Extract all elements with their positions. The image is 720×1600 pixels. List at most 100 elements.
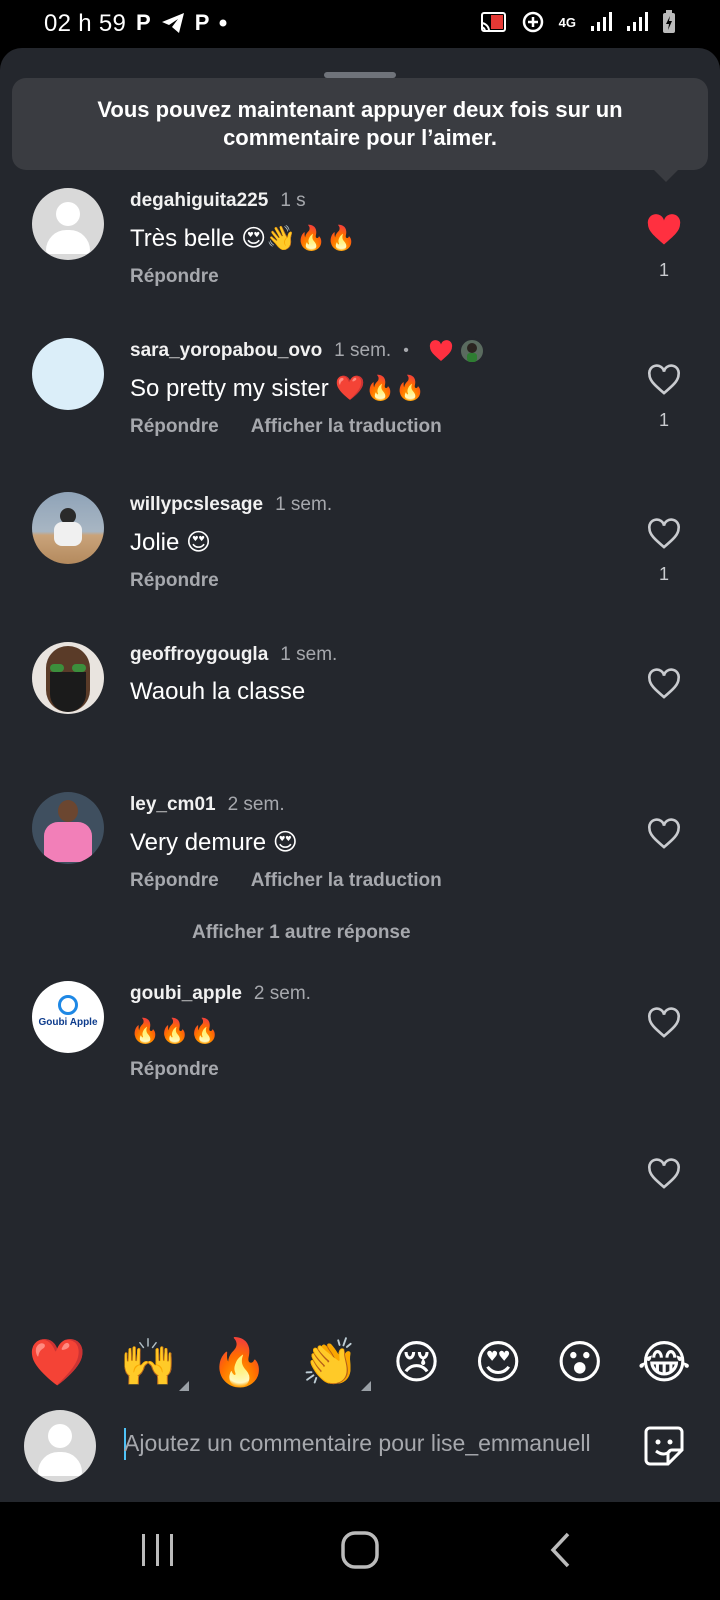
translate-button[interactable]: Afficher la traduction bbox=[251, 870, 442, 892]
reply-button[interactable]: Répondre bbox=[130, 1059, 219, 1081]
comment-username[interactable]: sara_yoropabou_ovo bbox=[130, 340, 322, 362]
comment-username[interactable]: degahiguita225 bbox=[130, 190, 268, 212]
avatar[interactable] bbox=[32, 492, 104, 564]
comment-item[interactable]: degahiguita225 1 s Très belle 😍👋🔥🔥 Répon… bbox=[0, 188, 720, 328]
comment-username[interactable]: willypcslesage bbox=[130, 494, 263, 516]
show-more-replies-button[interactable]: Afficher 1 autre réponse bbox=[192, 922, 411, 944]
comment-item[interactable]: sara_yoropabou_ovo 1 sem. • So pretty my… bbox=[0, 338, 720, 478]
comment-text: Jolie 😍 bbox=[130, 529, 212, 556]
author-avatar-icon bbox=[458, 338, 485, 364]
avatar[interactable] bbox=[32, 188, 104, 260]
comment-time: 1 sem. bbox=[334, 340, 392, 361]
comment-meta: degahiguita225 1 s bbox=[130, 188, 306, 214]
comment-actions: Répondre bbox=[130, 1059, 219, 1081]
heart-outline-icon[interactable] bbox=[646, 518, 682, 550]
comment-actions: Répondre bbox=[130, 266, 219, 288]
reaction-emoji: 👏 bbox=[301, 1336, 359, 1388]
comment-text: Very demure 😍 bbox=[130, 829, 298, 856]
comments-sheet: Vous pouvez maintenant appuyer deux fois… bbox=[0, 48, 720, 1502]
reaction-heart[interactable]: ❤️ bbox=[29, 1339, 86, 1385]
comment-item[interactable]: ley_cm01 2 sem. Very demure 😍 Répondre A… bbox=[0, 792, 720, 932]
double-tap-hint-toast: Vous pouvez maintenant appuyer deux fois… bbox=[12, 78, 708, 170]
comment-text: Très belle 😍👋🔥🔥 bbox=[130, 225, 356, 252]
reaction-crying[interactable]: 😢 bbox=[393, 1339, 441, 1385]
avatar[interactable]: Goubi Apple bbox=[32, 981, 104, 1053]
comment-actions: Répondre Afficher la traduction bbox=[130, 870, 442, 892]
signal-icon bbox=[627, 12, 648, 31]
comment-username[interactable]: geoffroygougla bbox=[130, 644, 268, 666]
current-user-avatar bbox=[24, 1410, 96, 1482]
heart-outline-icon[interactable] bbox=[646, 364, 682, 396]
dot-icon bbox=[219, 19, 227, 27]
status-system-icons: 4G bbox=[479, 10, 676, 34]
comment-meta: goubi_apple 2 sem. bbox=[130, 981, 311, 1007]
comment-text: Waouh la classe bbox=[130, 678, 306, 705]
comment-composer: Ajoutez un commentaire pour lise_emmanue… bbox=[0, 1404, 720, 1500]
comment-input[interactable]: Ajoutez un commentaire pour lise_emmanue… bbox=[124, 1430, 616, 1457]
avatar[interactable] bbox=[32, 642, 104, 714]
comment-meta: ley_cm01 2 sem. bbox=[130, 792, 285, 818]
reaction-laughing[interactable]: 😂 bbox=[637, 1339, 691, 1385]
reply-button[interactable]: Répondre bbox=[130, 416, 219, 438]
quick-reactions-bar: ❤️ 🙌 🔥 👏 😢 😍 😮 😂 bbox=[0, 1326, 720, 1398]
battery-charging-icon bbox=[663, 10, 675, 33]
comment-username[interactable]: ley_cm01 bbox=[130, 794, 216, 816]
reply-button[interactable]: Répondre bbox=[130, 870, 219, 892]
reply-button[interactable]: Répondre bbox=[130, 266, 219, 288]
reaction-emoji: 🙌 bbox=[119, 1336, 178, 1388]
telegram-icon bbox=[161, 13, 184, 33]
status-bar: 02 h 59 P P 4G bbox=[0, 0, 720, 48]
comment-time: 2 sem. bbox=[227, 794, 285, 815]
comment-meta: geoffroygougla 1 sem. bbox=[130, 642, 337, 668]
heart-outline-icon[interactable] bbox=[646, 668, 682, 700]
4g-icon: 4G bbox=[558, 14, 576, 30]
reaction-surprised[interactable]: 😮 bbox=[556, 1339, 604, 1385]
comment-actions: Répondre bbox=[130, 570, 219, 592]
comment-text: 🔥🔥🔥 bbox=[130, 1018, 220, 1045]
comment-meta: willypcslesage 1 sem. bbox=[130, 492, 332, 518]
home-icon[interactable] bbox=[340, 1530, 380, 1570]
reaction-fire[interactable]: 🔥 bbox=[211, 1339, 268, 1385]
avatar[interactable] bbox=[32, 792, 104, 864]
reaction-raised-hands[interactable]: 🙌 bbox=[119, 1336, 190, 1391]
comment-username[interactable]: goubi_apple bbox=[130, 983, 242, 1005]
cast-icon bbox=[480, 12, 506, 32]
heart-outline-icon[interactable] bbox=[646, 1007, 682, 1039]
reaction-heart-eyes[interactable]: 😍 bbox=[474, 1339, 522, 1385]
sticker-icon[interactable] bbox=[640, 1422, 688, 1470]
p-icon: P bbox=[136, 10, 151, 35]
status-notification-icons: P P bbox=[136, 10, 227, 36]
like-count: 1 bbox=[658, 410, 669, 430]
heart-filled-icon[interactable] bbox=[646, 214, 682, 246]
navigation-bar bbox=[0, 1502, 720, 1600]
comment-time: 1 s bbox=[280, 190, 306, 211]
comment-actions: Répondre Afficher la traduction bbox=[130, 416, 442, 438]
heart-outline-icon[interactable] bbox=[646, 1158, 682, 1190]
reaction-clap[interactable]: 👏 bbox=[301, 1336, 371, 1391]
author-liked-heart-icon bbox=[429, 340, 452, 361]
toast-message: Vous pouvez maintenant appuyer deux fois… bbox=[97, 97, 623, 150]
comment-item[interactable]: geoffroygougla 1 sem. Waouh la classe bbox=[0, 642, 720, 782]
translate-button[interactable]: Afficher la traduction bbox=[251, 416, 442, 438]
avatar-logo-text: Goubi Apple bbox=[38, 1017, 98, 1028]
comment-time: 1 sem. bbox=[275, 494, 333, 515]
comment-text: So pretty my sister ❤️🔥🔥 bbox=[130, 375, 426, 402]
comment-time: 2 sem. bbox=[253, 983, 311, 1004]
status-time: 02 h 59 bbox=[44, 10, 127, 37]
like-count: 1 bbox=[658, 564, 669, 584]
like-count: 1 bbox=[658, 260, 669, 280]
comment-item[interactable]: Goubi Apple goubi_apple 2 sem. 🔥🔥🔥 Répon… bbox=[0, 981, 720, 1121]
avatar[interactable] bbox=[32, 338, 104, 410]
data-saver-icon bbox=[522, 11, 543, 33]
comment-meta: sara_yoropabou_ovo 1 sem. • bbox=[130, 338, 485, 364]
comment-time: 1 sem. bbox=[280, 644, 338, 665]
heart-outline-icon[interactable] bbox=[646, 818, 682, 850]
recent-apps-icon[interactable] bbox=[140, 1530, 176, 1570]
separator-dot: • bbox=[403, 342, 409, 359]
toast-pointer bbox=[652, 168, 680, 182]
back-icon[interactable] bbox=[548, 1530, 572, 1570]
comment-item[interactable]: willypcslesage 1 sem. Jolie 😍 Répondre 1 bbox=[0, 492, 720, 632]
reply-button[interactable]: Répondre bbox=[130, 570, 219, 592]
p-icon: P bbox=[194, 10, 210, 35]
signal-icon bbox=[591, 12, 612, 31]
